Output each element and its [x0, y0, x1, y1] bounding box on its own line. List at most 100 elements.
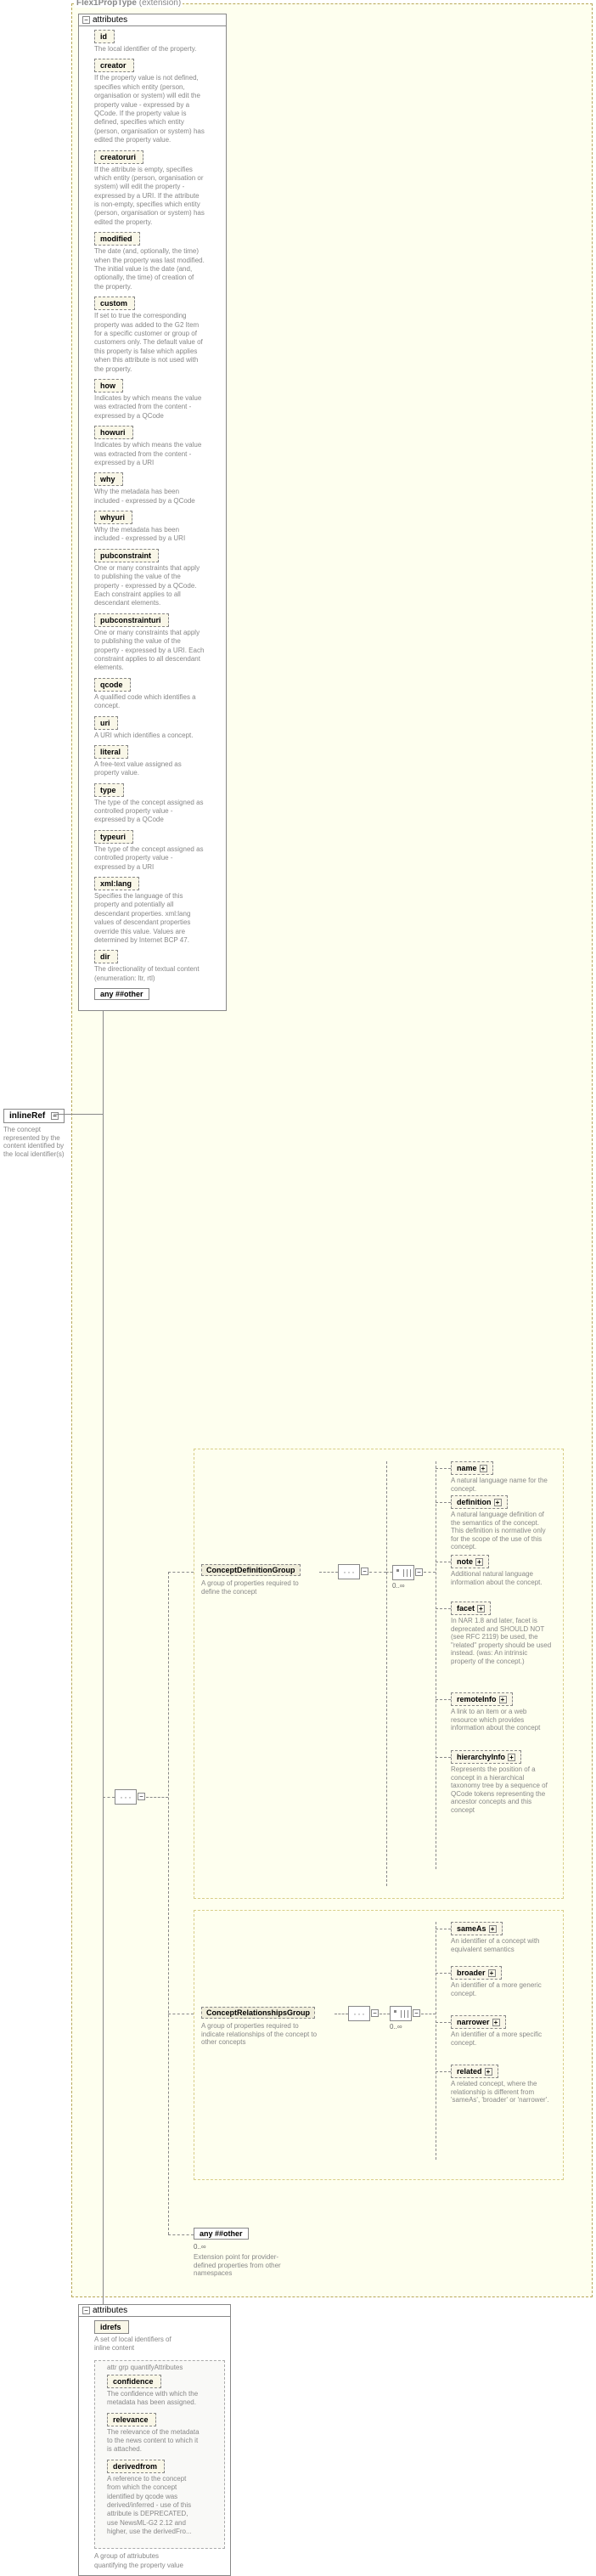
attr-creator: creatorIf the property value is not defi… [94, 59, 221, 144]
occur-def: 0..∞ [392, 1582, 405, 1590]
elem-toggle[interactable]: + [499, 1696, 507, 1703]
attr-uri: uriA URI which identifies a concept. [94, 716, 221, 740]
extension-header: Flex1PropType (extension) [75, 0, 183, 8]
choice-rel[interactable] [390, 2006, 412, 2021]
attrs2-title: attributes [93, 2306, 127, 2315]
attr-box-type[interactable]: type [94, 783, 124, 797]
connector [69, 1114, 103, 1115]
elem-toggle[interactable]: + [480, 1465, 487, 1472]
attr-desc-typeuri: The type of the concept assigned as cont… [94, 845, 205, 872]
attr-idrefs: idrefs A set of local identifiers of inl… [94, 2320, 225, 2353]
connector [386, 1461, 387, 1886]
attr-box-dir[interactable]: dir [94, 950, 118, 963]
attr-box-id[interactable]: id [94, 30, 115, 43]
occur-rel: 0..∞ [390, 2023, 402, 2031]
attr-box-creatoruri[interactable]: creatoruri [94, 150, 143, 164]
attrs2-toggle[interactable]: − [82, 2307, 90, 2314]
attributes-panel-bottom: − attributes idrefs A set of local ident… [78, 2304, 231, 2576]
elem-related[interactable]: related+ [451, 2065, 498, 2078]
elem-name[interactable]: name+ [451, 1461, 493, 1475]
elem-hierarchyInfo[interactable]: hierarchyInfo+ [451, 1750, 521, 1764]
connector [436, 1468, 451, 1469]
connector [424, 1572, 436, 1573]
attrs-header[interactable]: − attributes [79, 14, 226, 26]
elem-sameAs[interactable]: sameAs+ [451, 1922, 503, 1935]
attr-box-literal[interactable]: literal [94, 745, 128, 759]
elem-toggle[interactable]: + [492, 2019, 500, 2026]
elem-toggle[interactable]: + [494, 1499, 502, 1506]
attr-box-custom[interactable]: custom [94, 297, 135, 310]
elem-desc-narrower: An identifier of a more specific concept… [451, 2031, 553, 2047]
attr-literal: literalA free-text value assigned as pro… [94, 745, 221, 778]
attr-pubconstrainturi: pubconstrainturiOne or many constraints … [94, 613, 221, 673]
attr-custom: custom If set to true the corresponding p… [94, 297, 221, 374]
seq-rel-toggle[interactable]: − [371, 2009, 379, 2017]
group-rel-label[interactable]: ConceptRelationshipsGroup [201, 2007, 315, 2019]
attr-desc-howuri: Indicates by which means the value was e… [94, 441, 205, 467]
choice-def[interactable] [392, 1565, 414, 1580]
attr-box-creator[interactable]: creator [94, 59, 134, 72]
seq-toggle[interactable]: − [138, 1793, 145, 1800]
attr-box-pubconstrainturi[interactable]: pubconstrainturi [94, 613, 169, 627]
idrefs-box[interactable]: idrefs [94, 2320, 129, 2334]
attr-box-modified[interactable]: modified [94, 232, 140, 246]
attr-box-uri[interactable]: uri [94, 716, 118, 730]
attr-box-howuri[interactable]: howuri [94, 426, 133, 439]
any-other-attr[interactable]: any ##other [94, 988, 149, 1000]
sequence-node[interactable] [115, 1789, 137, 1805]
seq-rel[interactable] [348, 2006, 370, 2021]
attr-pubconstraint: pubconstraintOne or many constraints tha… [94, 549, 221, 608]
elem-broader[interactable]: broader+ [451, 1966, 502, 1980]
attr-box-derivedfrom[interactable]: derivedfrom [107, 2460, 165, 2473]
attr-box-whyuri[interactable]: whyuri [94, 511, 132, 524]
connector [168, 1572, 169, 2234]
elem-toggle[interactable]: + [489, 1925, 497, 1933]
attr-box-confidence[interactable]: confidence [107, 2375, 161, 2388]
elem-desc-note: Additional natural language information … [451, 1570, 553, 1586]
attr-box-why[interactable]: why [94, 472, 123, 486]
attrs-toggle[interactable]: − [82, 16, 90, 24]
attr-dir: dirThe directionality of textual content… [94, 950, 221, 983]
attr-box-how[interactable]: how [94, 379, 123, 393]
choice-def-toggle[interactable]: − [415, 1568, 423, 1576]
elem-remoteInfo[interactable]: remoteInfo+ [451, 1692, 513, 1706]
seq-def-toggle[interactable]: − [361, 1568, 368, 1575]
attr-desc-type: The type of the concept assigned as cont… [94, 799, 205, 825]
attr-desc-confidence: The confidence with which the metadata h… [107, 2390, 200, 2408]
group-def-label[interactable]: ConceptDefinitionGroup [201, 1564, 301, 1576]
any-other-ext[interactable]: any ##other [194, 2228, 249, 2240]
connector [103, 1797, 115, 1798]
elem-toggle[interactable]: + [477, 1605, 485, 1613]
attr-derivedfrom: derivedfromA reference to the concept fr… [107, 2460, 221, 2537]
connector [436, 1502, 451, 1503]
attributes-panel-top: − attributes idThe local identifier of t… [78, 14, 227, 1011]
elem-desc-hierarchyInfo: Represents the position of a concept in … [451, 1765, 553, 1815]
connector [168, 2234, 194, 2235]
elem-toggle[interactable]: + [485, 2068, 492, 2076]
attr-box-xml:lang[interactable]: xml:lang [94, 877, 139, 890]
connector [369, 1572, 386, 1573]
elem-narrower[interactable]: narrower+ [451, 2015, 506, 2029]
elem-desc-remoteInfo: A link to an item or a web resource whic… [451, 1708, 553, 1732]
elem-facet[interactable]: facet+ [451, 1602, 491, 1615]
attr-desc-whyuri: Why the metadata has been included - exp… [94, 526, 205, 544]
attr-box-pubconstraint[interactable]: pubconstraint [94, 549, 159, 562]
attr-box-relevance[interactable]: relevance [107, 2413, 156, 2426]
attr-box-qcode[interactable]: qcode [94, 678, 131, 692]
inlineRef-box[interactable]: inlineRef − [3, 1109, 65, 1123]
connector [436, 1757, 451, 1758]
attr-box-typeuri[interactable]: typeuri [94, 830, 133, 844]
attr-desc-custom: If set to true the corresponding propert… [94, 312, 205, 374]
attr-type: type The type of the concept assigned as … [94, 783, 221, 825]
elem-toggle[interactable]: + [488, 1969, 496, 1977]
attr-qcode: qcodeA qualified code which identifies a… [94, 678, 221, 711]
connector [146, 1797, 168, 1798]
elem-note[interactable]: note+ [451, 1555, 489, 1568]
choice-rel-toggle[interactable]: − [413, 2009, 420, 2017]
seq-def[interactable] [338, 1564, 360, 1579]
elem-definition[interactable]: definition+ [451, 1495, 508, 1509]
base-type: Flex1PropType [76, 0, 137, 8]
attrs2-header[interactable]: − attributes [79, 2305, 230, 2317]
elem-toggle[interactable]: + [475, 1558, 483, 1566]
elem-toggle[interactable]: + [508, 1754, 515, 1761]
